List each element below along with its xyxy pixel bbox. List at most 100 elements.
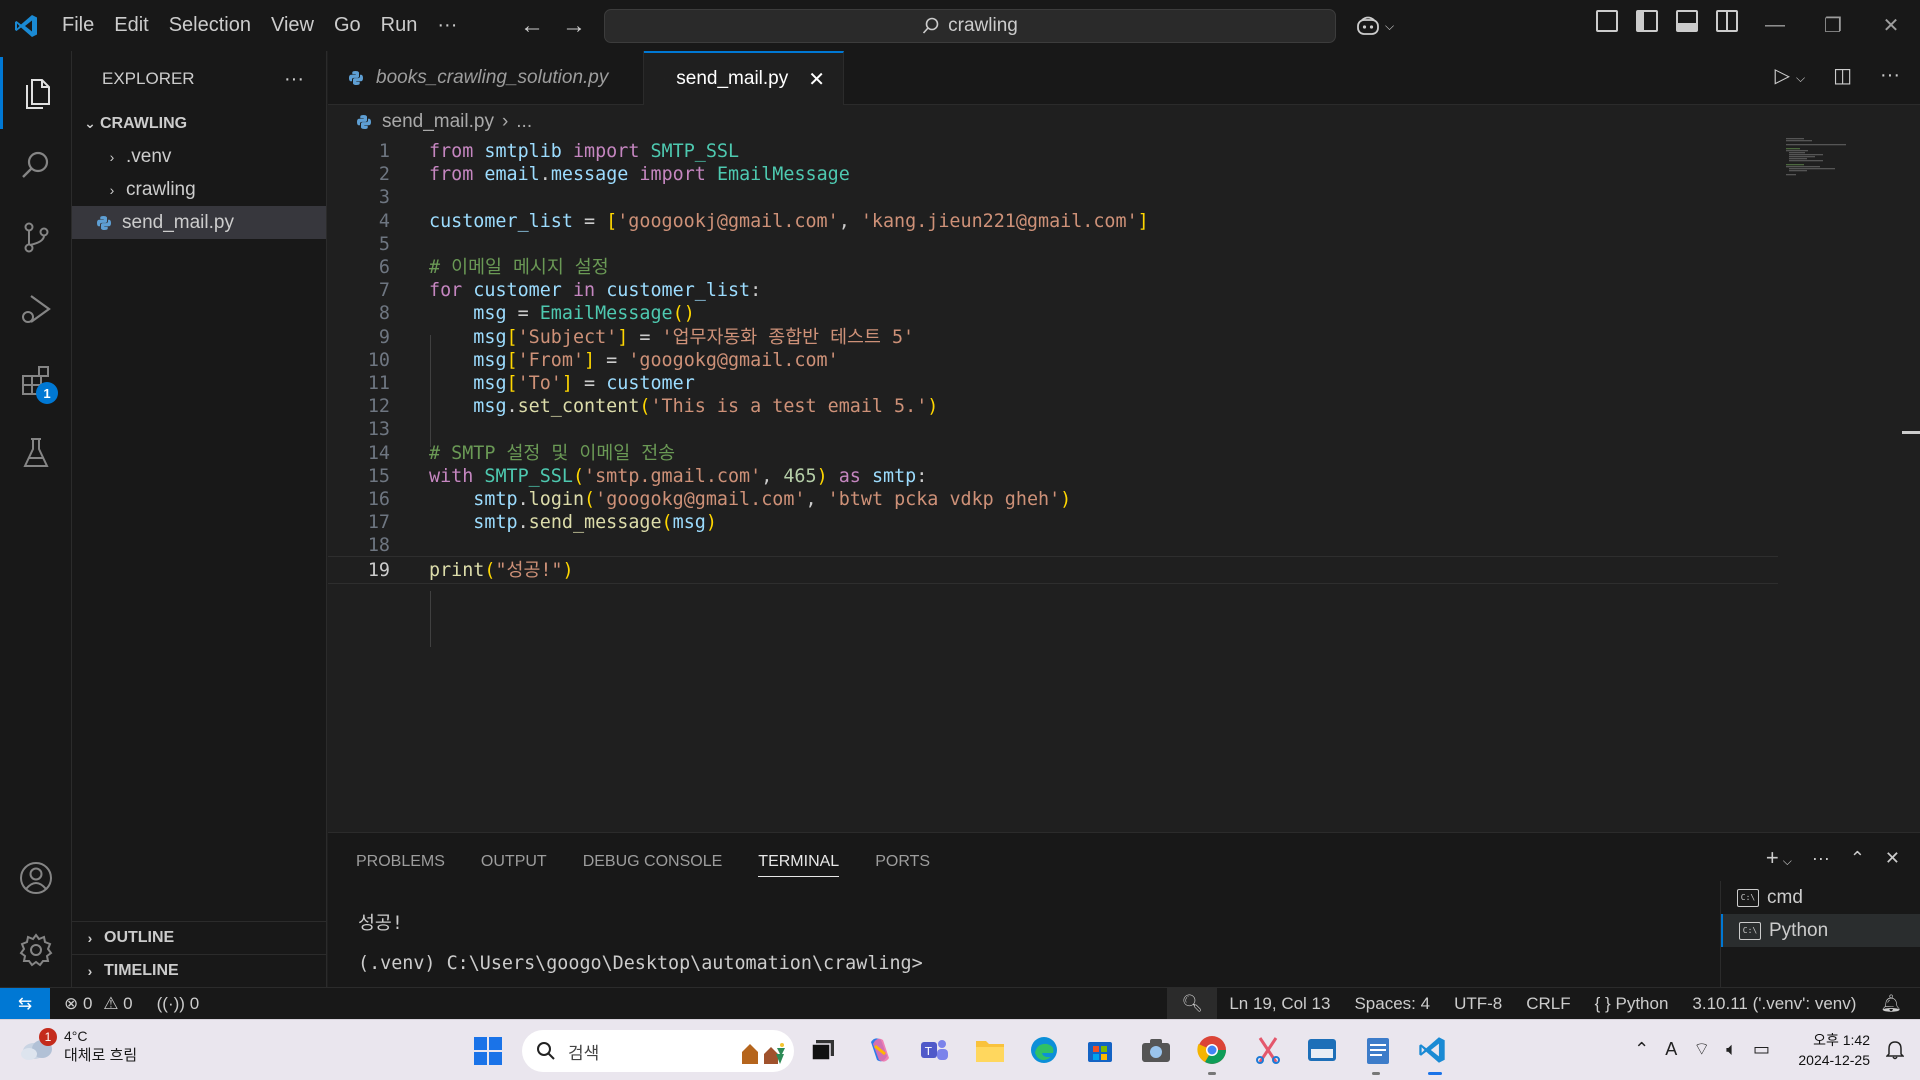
code-line[interactable]: 19 print("성공!") xyxy=(328,555,1778,584)
back-arrow-icon[interactable]: ← xyxy=(520,12,544,40)
tree-item-venv[interactable]: › .venv xyxy=(72,140,326,173)
problems-status[interactable]: ⊗ 0 ⚠ 0 xyxy=(64,994,133,1014)
manage-gear-icon[interactable] xyxy=(0,914,72,986)
task-view-icon[interactable] xyxy=(808,1034,840,1066)
toggle-secondary-sidebar-icon[interactable] xyxy=(1716,10,1738,32)
menu-more[interactable]: ··· xyxy=(427,0,467,51)
menu-edit[interactable]: Edit xyxy=(104,0,158,51)
python-file-icon xyxy=(349,71,363,85)
terminal-prompt-line[interactable]: (.venv) C:\Users\googo\Desktop\automatio… xyxy=(358,953,923,974)
forward-arrow-icon[interactable]: → xyxy=(562,12,586,40)
split-editor-icon[interactable]: ◫ xyxy=(1833,63,1852,88)
title-bar: File Edit Selection View Go Run ··· ← → … xyxy=(0,0,1920,51)
notepad-icon[interactable] xyxy=(1362,1034,1394,1066)
new-terminal-plus-icon[interactable]: + ⌵ xyxy=(1766,845,1792,871)
close-window-icon[interactable]: ✕ xyxy=(1862,0,1920,51)
tree-item-send-mail[interactable]: send_mail.py xyxy=(72,206,326,239)
extensions-badge: 1 xyxy=(36,382,58,404)
source-control-icon[interactable] xyxy=(0,201,72,273)
snipping-tool-icon[interactable] xyxy=(1252,1034,1284,1066)
tab-debug-console[interactable]: DEBUG CONSOLE xyxy=(583,847,723,877)
cursor-position[interactable]: Ln 19, Col 13 xyxy=(1217,988,1342,1020)
input-method-icon[interactable]: A xyxy=(1665,1039,1677,1060)
taskbar-search-box[interactable]: 검색 xyxy=(522,1030,794,1072)
layout-controls xyxy=(1596,10,1738,32)
menu-view[interactable]: View xyxy=(261,0,324,51)
restore-icon[interactable]: ❐ xyxy=(1804,0,1862,51)
weather-widget[interactable]: 1 4°C 대체로 흐림 xyxy=(20,1028,137,1065)
end-of-line[interactable]: CRLF xyxy=(1514,988,1582,1020)
windows-start-icon[interactable] xyxy=(473,1036,503,1071)
panel-actions: + ⌵ ··· ⌃ ✕ xyxy=(1766,845,1900,871)
wifi-icon[interactable]: ⌔ xyxy=(1693,1038,1710,1061)
notifications-bell-icon[interactable]: 🔔︎ xyxy=(1868,988,1920,1020)
menu-go[interactable]: Go xyxy=(324,0,371,51)
explorer-icon[interactable] xyxy=(0,57,72,129)
testing-flask-icon[interactable] xyxy=(0,417,72,489)
maximize-panel-icon[interactable]: ⌃ xyxy=(1850,848,1865,869)
notification-center-icon[interactable] xyxy=(1885,1040,1905,1065)
teams-icon[interactable]: T xyxy=(918,1034,950,1066)
explorer-more-actions[interactable]: ··· xyxy=(284,68,304,91)
workspace-root-folder[interactable]: ⌄ CRAWLING xyxy=(72,107,326,140)
more-actions-icon[interactable]: ··· xyxy=(1812,848,1830,869)
toggle-primary-sidebar-icon[interactable] xyxy=(1636,10,1658,32)
terminal-item-cmd[interactable]: C:\ cmd xyxy=(1721,881,1920,914)
menu-run[interactable]: Run xyxy=(371,0,428,51)
command-center-search[interactable]: crawling xyxy=(604,9,1336,43)
menu-file[interactable]: File xyxy=(52,0,104,51)
timeline-section[interactable]: › TIMELINE xyxy=(72,954,327,987)
code-editor[interactable]: 1 from smtplib import SMTP_SSL 2 from email… xyxy=(328,138,1780,828)
file-explorer-icon[interactable] xyxy=(974,1034,1006,1066)
run-python-file-icon[interactable]: ▷ ⌵ xyxy=(1775,63,1806,88)
minimap[interactable] xyxy=(1786,138,1854,178)
microsoft-store-icon[interactable] xyxy=(1084,1034,1116,1066)
breadcrumb-symbols[interactable]: ... xyxy=(516,111,532,133)
close-tab-icon[interactable]: ✕ xyxy=(808,67,825,92)
copilot-button[interactable]: ⌵ xyxy=(1355,10,1394,42)
chrome-icon[interactable] xyxy=(1196,1034,1228,1066)
tab-terminal[interactable]: TERMINAL xyxy=(758,847,840,877)
edge-browser-icon[interactable] xyxy=(1028,1034,1060,1066)
encoding[interactable]: UTF-8 xyxy=(1442,988,1514,1020)
tab-ports[interactable]: PORTS xyxy=(875,847,930,877)
menu-selection[interactable]: Selection xyxy=(159,0,261,51)
accounts-icon[interactable] xyxy=(0,842,72,914)
more-actions-icon[interactable]: ··· xyxy=(1880,64,1900,87)
zoom-icon[interactable]: 🔍︎ xyxy=(1167,988,1218,1020)
copilot-app-icon[interactable] xyxy=(864,1034,896,1066)
tab-books-crawling-solution[interactable]: books_crawling_solution.py xyxy=(328,51,644,105)
battery-icon[interactable]: ▭ xyxy=(1753,1039,1770,1060)
language-mode[interactable]: { } Python xyxy=(1583,988,1681,1020)
python-interpreter[interactable]: 3.10.11 ('.venv': venv) xyxy=(1680,988,1868,1020)
taskbar-clock[interactable]: 오후 1:42 2024-12-25 xyxy=(1798,1030,1870,1070)
vscode-taskbar-icon[interactable] xyxy=(1416,1034,1448,1066)
camera-icon[interactable] xyxy=(1140,1034,1172,1066)
tab-problems[interactable]: PROBLEMS xyxy=(356,847,445,877)
volume-icon[interactable]: 🔈︎ xyxy=(1726,1039,1737,1060)
bottom-panel: PROBLEMS OUTPUT DEBUG CONSOLE TERMINAL P… xyxy=(328,832,1920,988)
search-icon[interactable] xyxy=(0,129,72,201)
remote-window-icon[interactable]: ⇆ xyxy=(0,987,50,1020)
tab-send-mail[interactable]: send_mail.py ✕ xyxy=(644,51,844,105)
windows-taskbar: 1 4°C 대체로 흐림 검색 T ⌃ A ⌔ 🔈︎ ▭ 오후 1:42 202… xyxy=(0,1019,1920,1080)
keyboard-app-icon[interactable] xyxy=(1306,1034,1338,1066)
tree-item-crawling[interactable]: › crawling xyxy=(72,173,326,206)
tab-output[interactable]: OUTPUT xyxy=(481,847,547,877)
run-debug-icon[interactable] xyxy=(0,273,72,345)
ports-status[interactable]: ((·)) 0 xyxy=(157,994,200,1014)
breadcrumb-file[interactable]: send_mail.py xyxy=(382,111,494,133)
extensions-icon[interactable]: 1 xyxy=(0,345,72,417)
scrollbar-cursor-marker xyxy=(1902,431,1920,434)
minimize-icon[interactable]: — xyxy=(1746,0,1804,51)
search-placeholder: 검색 xyxy=(568,1043,600,1063)
customize-layout-icon[interactable] xyxy=(1596,10,1618,32)
close-panel-icon[interactable]: ✕ xyxy=(1885,848,1900,869)
status-right: 🔍︎ Ln 19, Col 13 Spaces: 4 UTF-8 CRLF { … xyxy=(1167,988,1920,1020)
chevron-up-icon[interactable]: ⌃ xyxy=(1634,1039,1649,1060)
outline-section[interactable]: › OUTLINE xyxy=(72,921,327,954)
terminal-item-python[interactable]: C:\ Python xyxy=(1721,914,1920,947)
chevron-right-icon: › xyxy=(109,181,115,198)
toggle-panel-icon[interactable] xyxy=(1676,10,1698,32)
indentation[interactable]: Spaces: 4 xyxy=(1342,988,1442,1020)
